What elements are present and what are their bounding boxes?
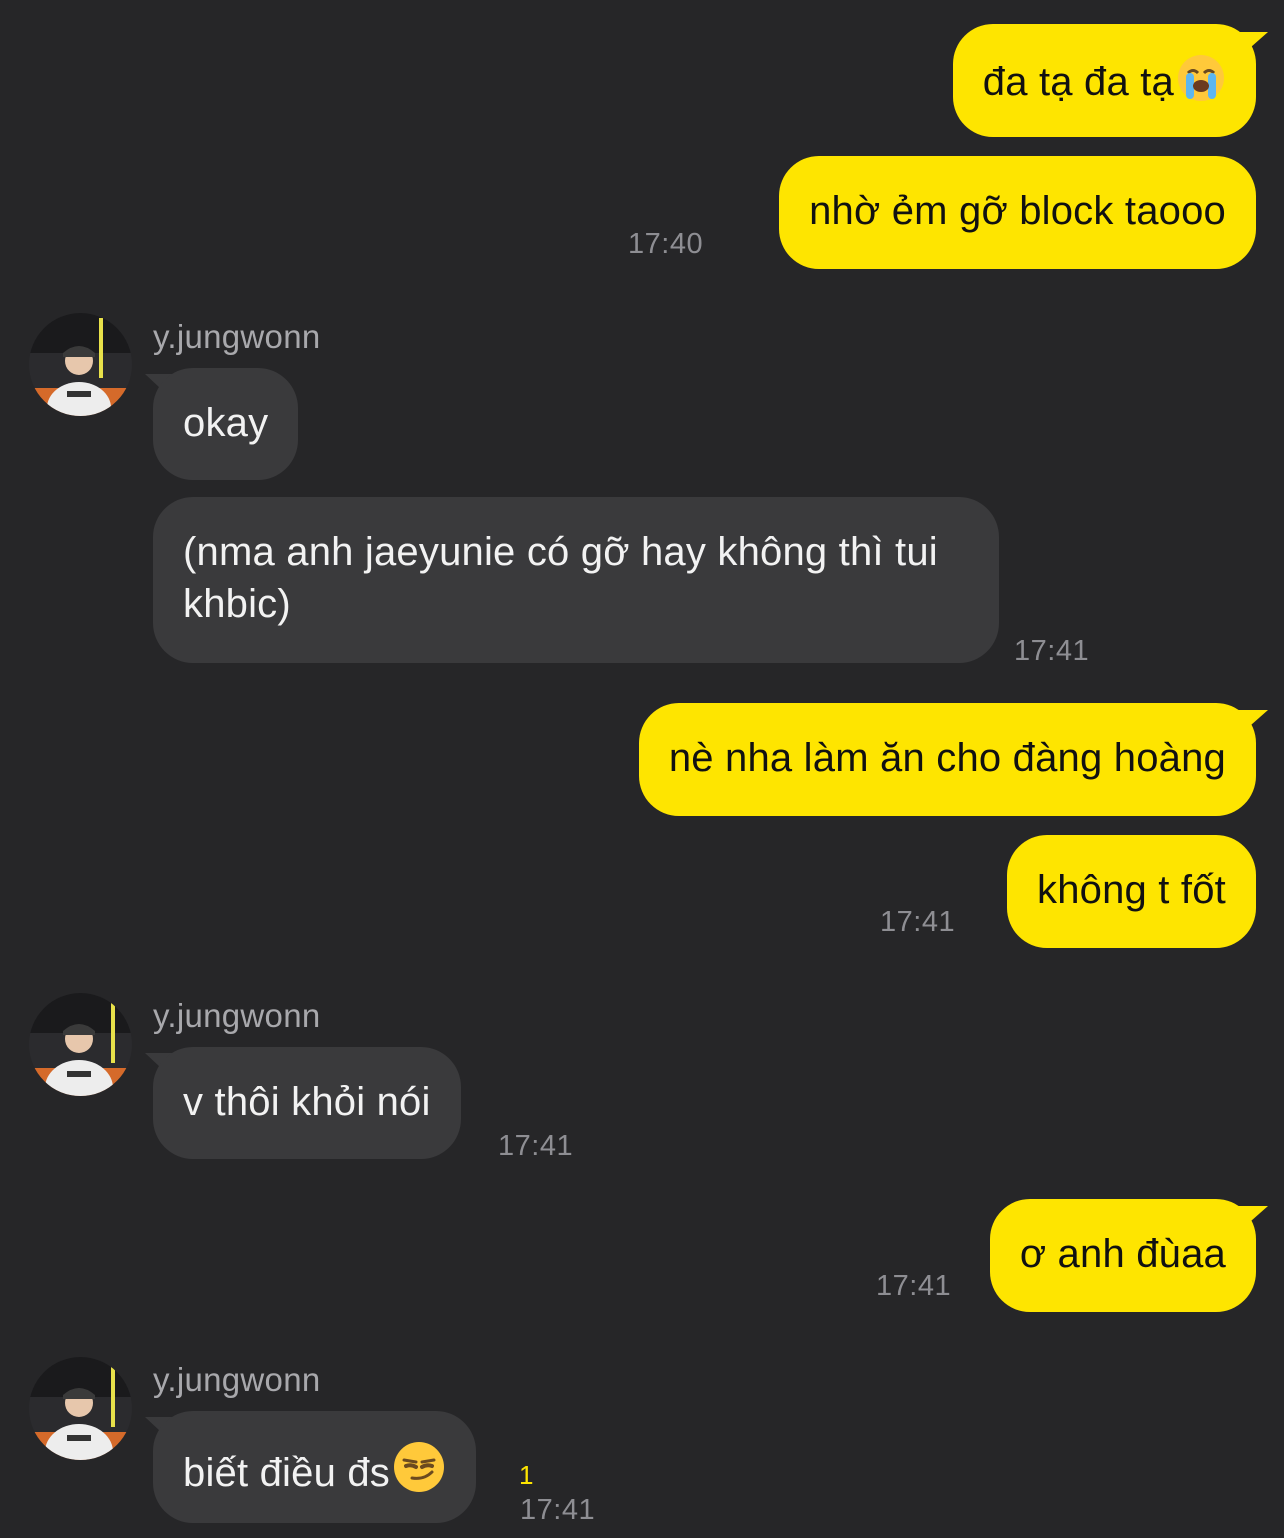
message-bubble-outgoing[interactable]: ơ anh đùaa [989, 1199, 1256, 1312]
message-text: nè nha làm ăn cho đàng hoàng [668, 736, 1226, 780]
message-text: không t fốt [1037, 868, 1226, 912]
sender-name[interactable]: y.jungwonn [153, 1361, 321, 1399]
message-timestamp: 17:41 [1014, 635, 1090, 667]
message-text: ơ anh đùaa [1019, 1232, 1226, 1276]
message-bubble-incoming[interactable]: (nma anh jaeyunie có gỡ hay không thì tu… [153, 497, 999, 663]
avatar-photo-icon [29, 1357, 132, 1460]
message-bubble-incoming[interactable]: biết điều đs [153, 1411, 476, 1523]
contact-avatar[interactable] [29, 993, 132, 1096]
contact-avatar[interactable] [29, 313, 132, 416]
message-text: đa tạ đa tạ [982, 60, 1174, 104]
message-bubble-outgoing[interactable]: nhờ ẻm gỡ block taooo [779, 156, 1256, 269]
message-bubble-incoming[interactable]: okay [153, 368, 299, 480]
avatar-photo-icon [29, 993, 132, 1096]
contact-avatar[interactable] [29, 1357, 132, 1460]
message-bubble-outgoing[interactable]: nè nha làm ăn cho đàng hoàng [638, 703, 1256, 816]
message-text: nhờ ẻm gỡ block taooo [809, 189, 1226, 233]
avatar-photo-icon [29, 313, 132, 416]
message-timestamp: 17:41 [520, 1494, 596, 1526]
sender-name[interactable]: y.jungwonn [153, 997, 321, 1035]
message-timestamp: 17:41 [498, 1130, 574, 1162]
message-text: biết điều đs [183, 1451, 390, 1495]
message-bubble-incoming[interactable]: v thôi khỏi nói [153, 1047, 461, 1159]
smirking-face-icon [392, 1440, 446, 1507]
message-text: v thôi khỏi nói [183, 1080, 431, 1124]
sender-name[interactable]: y.jungwonn [153, 318, 321, 356]
chat-thread[interactable]: đa tạ đa tạ nhờ ẻm gỡ block taooo 17:40 [0, 0, 1284, 1538]
message-text: okay [183, 401, 269, 445]
message-bubble-outgoing[interactable]: đa tạ đa tạ [952, 24, 1256, 137]
message-timestamp: 17:40 [628, 228, 704, 260]
message-timestamp: 17:41 [880, 906, 956, 938]
message-timestamp: 17:41 [876, 1270, 952, 1302]
message-text: (nma anh jaeyunie có gỡ hay không thì tu… [183, 530, 938, 626]
message-bubble-outgoing[interactable]: không t fốt [1007, 835, 1256, 948]
unread-count: 1 [519, 1460, 534, 1490]
loudly-crying-face-icon [1176, 53, 1226, 116]
